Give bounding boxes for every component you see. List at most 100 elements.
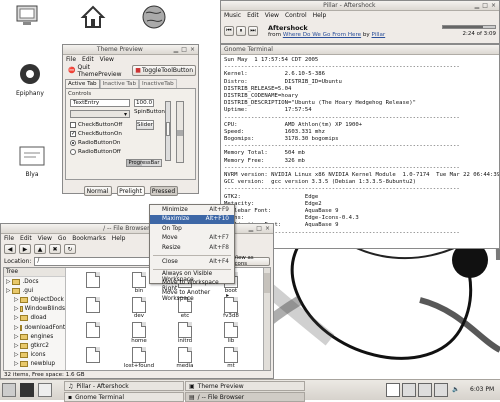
tree-view[interactable]: ▷ .Docs ▷ .gui ▷ ObjectDock ▷ WindowBlinds ▷ dloa… xyxy=(4,277,65,370)
home-launcher-icon[interactable] xyxy=(38,383,52,397)
expander-icon[interactable]: ▷ xyxy=(14,306,18,312)
expander-icon[interactable]: ▷ xyxy=(14,334,18,340)
seek-bar[interactable] xyxy=(442,25,496,29)
file-item[interactable] xyxy=(76,272,110,288)
album-link[interactable]: Where Do We Go From Here xyxy=(283,32,361,38)
theme-preview-window[interactable]: Theme Preview ▁ □ × File Edit View ⛔ Quit T… xyxy=(62,44,199,196)
maximize-icon[interactable]: □ xyxy=(181,46,187,53)
menu-item-resize[interactable]: Resize Alt+F8 xyxy=(150,243,234,253)
minimize-icon[interactable]: ▁ xyxy=(174,46,179,53)
file-item[interactable]: lib xyxy=(214,322,248,344)
tree-item[interactable]: ▷ engines xyxy=(4,332,65,341)
vertical-slider[interactable] xyxy=(176,101,184,163)
tree-item[interactable]: ▷ newblup xyxy=(4,360,65,369)
stop-button[interactable]: ✖ xyxy=(49,244,61,254)
radio-button-off[interactable]: RadioButtonOff xyxy=(70,149,121,155)
menu-go[interactable]: Go xyxy=(58,235,66,242)
expander-icon[interactable]: ▷ xyxy=(14,325,18,331)
scrollbar[interactable] xyxy=(263,268,270,370)
minimize-icon[interactable]: ▁ xyxy=(249,225,254,232)
tree-item[interactable]: ▷ downloadFonts xyxy=(4,323,65,332)
tab-inactive[interactable]: InactiveTab xyxy=(139,79,177,88)
tab-active[interactable]: Active Tab xyxy=(65,79,100,88)
forward-button[interactable]: ▶ xyxy=(19,244,31,254)
close-icon[interactable]: × xyxy=(491,2,496,9)
workspace-1[interactable] xyxy=(386,383,400,397)
pause-button[interactable]: ⏸ xyxy=(236,26,246,36)
workspace-3[interactable] xyxy=(418,383,432,397)
desktop-icon-computer[interactable] xyxy=(14,4,40,28)
minimize-icon[interactable]: ▁ xyxy=(475,2,480,9)
task-theme-preview[interactable]: ▣ Theme Preview xyxy=(185,381,305,391)
maximize-icon[interactable]: □ xyxy=(256,225,262,232)
task-music-player[interactable]: ♫ Pillar - Aftershock xyxy=(64,381,184,391)
task-file-browser[interactable]: ▤ / -- File Browser xyxy=(185,392,305,402)
artist-link[interactable]: Pillar xyxy=(372,32,386,38)
menu-item-close[interactable]: Close Alt+F4 xyxy=(150,258,234,268)
volume-icon[interactable]: 🔈 xyxy=(452,386,459,393)
tab-inactive[interactable]: Inactive Tab xyxy=(99,79,140,88)
view-as-select[interactable]: View as Icons xyxy=(232,255,270,267)
radio-button-on[interactable]: RadioButtonOn xyxy=(70,140,120,146)
expander-icon[interactable]: ▷ xyxy=(14,361,18,367)
tree-item[interactable]: ▷ dload xyxy=(4,314,65,323)
file-item[interactable]: media xyxy=(168,347,202,369)
combo-box[interactable]: ▾ xyxy=(70,110,130,118)
menu-edit[interactable]: Edit xyxy=(82,56,94,63)
file-item[interactable]: lost+found xyxy=(122,347,156,369)
menu-view[interactable]: View xyxy=(38,235,52,242)
quit-button[interactable]: ⛔ Quit ThemePreview xyxy=(65,64,130,78)
sidebar-label[interactable]: Tree xyxy=(4,268,65,277)
slider-button[interactable]: Slider xyxy=(136,120,154,130)
menu-item-maximize[interactable]: Maximize Alt+F10 xyxy=(150,214,234,224)
menu-file[interactable]: File xyxy=(66,56,76,63)
menu-edit[interactable]: Edit xyxy=(20,235,32,242)
normal-button[interactable]: Normal xyxy=(83,186,112,196)
file-item[interactable]: home xyxy=(122,322,156,344)
reload-button[interactable]: ↻ xyxy=(64,244,76,254)
tree-item[interactable]: ▷ .Docs xyxy=(4,277,65,286)
file-item[interactable]: initrd xyxy=(168,322,202,344)
pressed-button[interactable]: Pressed xyxy=(149,186,178,196)
window-menu[interactable]: Minimize Alt+F9 Maximize Alt+F10 On Top Move A… xyxy=(149,204,235,302)
spin-button[interactable]: 100.0 xyxy=(134,99,154,107)
expander-icon[interactable]: ▷ xyxy=(14,297,18,303)
close-icon[interactable]: × xyxy=(190,46,195,53)
menu-control[interactable]: Control xyxy=(285,12,307,19)
file-item[interactable] xyxy=(76,297,110,313)
toggle-tool-button[interactable]: ■ ToggleToolButton xyxy=(132,65,196,76)
terminal-output[interactable]: Sun May 1 17:57:54 CDT 2005 -------------… xyxy=(221,55,499,248)
workspace-switcher[interactable] xyxy=(386,383,448,397)
check-button-on[interactable]: ✓ CheckButtonOn xyxy=(70,131,122,137)
file-item[interactable]: mt xyxy=(214,347,248,369)
theme-preview-titlebar[interactable]: Theme Preview ▁ □ × xyxy=(63,45,198,55)
vertical-scrollbar[interactable] xyxy=(165,101,171,161)
terminal-titlebar[interactable]: Gnome Terminal xyxy=(221,45,499,55)
workspace-2[interactable] xyxy=(402,383,416,397)
tree-item[interactable]: ▷oss_fonts xyxy=(4,369,65,370)
music-player-window[interactable]: Pillar - Aftershock ▁ □ × Music Edit View … xyxy=(220,0,500,44)
menu-help[interactable]: Help xyxy=(313,12,327,19)
expander-icon[interactable]: ▷ xyxy=(14,352,18,358)
menu-bookmarks[interactable]: Bookmarks xyxy=(72,235,106,242)
file-item[interactable] xyxy=(76,347,110,363)
desktop-icon-epiphany[interactable]: Epiphany xyxy=(16,62,44,97)
menu-item-move[interactable]: Move Alt+F7 xyxy=(150,234,234,244)
menu-view[interactable]: View xyxy=(265,12,279,19)
up-button[interactable]: ▲ xyxy=(34,244,46,254)
clock[interactable]: 6:03 PM xyxy=(470,386,494,393)
maximize-icon[interactable]: □ xyxy=(482,2,488,9)
menu-item-move-to-another-workspace[interactable]: Move to Another Workspace ▸ xyxy=(150,290,234,302)
expander-icon[interactable]: ▷ xyxy=(6,279,10,285)
terminal-launcher-icon[interactable] xyxy=(20,383,34,397)
expander-icon[interactable]: ▷ xyxy=(14,315,18,321)
task-terminal[interactable]: ▪ Gnome Terminal xyxy=(64,392,184,402)
tree-item[interactable]: ▷ icons xyxy=(4,351,65,360)
workspace-4[interactable] xyxy=(434,383,448,397)
prelight-button[interactable]: Prelight xyxy=(116,186,145,196)
desktop-icon-home[interactable] xyxy=(80,4,106,30)
tree-item[interactable]: ▷ ObjectDock xyxy=(4,295,65,304)
show-desktop-icon[interactable] xyxy=(2,383,16,397)
menu-music[interactable]: Music xyxy=(224,12,241,19)
menu-item-minimize[interactable]: Minimize Alt+F9 xyxy=(150,205,234,215)
